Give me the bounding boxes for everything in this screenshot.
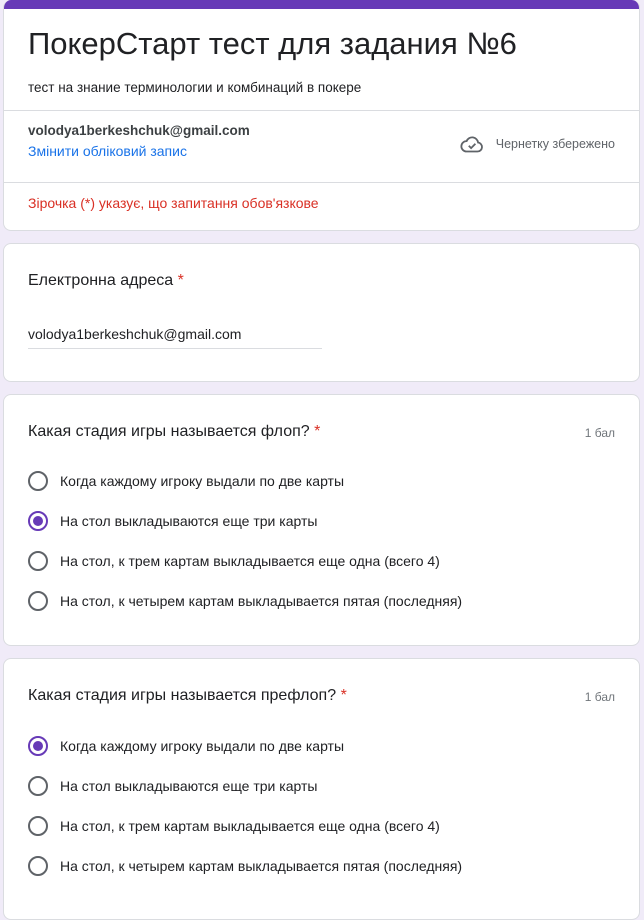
account-email: volodya1berkeshchuk@gmail.com xyxy=(28,123,250,138)
question-title: Какая стадия игры называется префлоп? * xyxy=(28,687,347,705)
question-title-text: Електронна адреса xyxy=(28,272,174,289)
radio-option[interactable]: На стол, к четырем картам выкладывается … xyxy=(28,856,462,876)
option-label: На стол, к четырем картам выкладывается … xyxy=(60,858,463,874)
radio-option[interactable]: На стол выкладываются еще три карты xyxy=(28,511,317,531)
form-title: ПокерСтарт тест для задания №6 xyxy=(28,26,517,61)
question-card: Какая стадия игры называется флоп? * 1 б… xyxy=(3,394,640,646)
draft-status-text: Чернетку збережено xyxy=(495,137,615,151)
required-star: * xyxy=(314,423,321,440)
radio-button[interactable] xyxy=(28,856,48,876)
accent-bar xyxy=(4,0,639,9)
radio-button[interactable] xyxy=(28,471,48,491)
radio-option[interactable]: На стол, к трем картам выкладывается еще… xyxy=(28,551,440,571)
points-label: 1 бал xyxy=(584,690,615,704)
cloud-check-icon xyxy=(460,135,484,153)
radio-option[interactable]: Когда каждому игроку выдали по две карты xyxy=(28,736,344,756)
option-label: На стол, к четырем картам выкладывается … xyxy=(60,593,463,609)
option-label: На стол выкладываются еще три карты xyxy=(60,513,318,529)
draft-status: Чернетку збережено xyxy=(460,135,615,153)
email-input[interactable] xyxy=(28,326,322,349)
points-label: 1 бал xyxy=(584,426,615,440)
radio-button-selected[interactable] xyxy=(28,736,48,756)
radio-option[interactable]: На стол выкладываются еще три карты xyxy=(28,776,317,796)
question-title-text: Какая стадия игры называется флоп? xyxy=(28,423,310,440)
radio-button[interactable] xyxy=(28,776,48,796)
option-label: Когда каждому игроку выдали по две карты xyxy=(60,473,345,489)
switch-account-link[interactable]: Змінити обліковий запис xyxy=(28,143,187,159)
option-label: На стол, к трем картам выкладывается еще… xyxy=(60,818,440,834)
required-star: * xyxy=(177,272,184,289)
question-title: Електронна адреса * xyxy=(28,272,184,290)
divider xyxy=(4,182,639,183)
form-header-card: ПокерСтарт тест для задания №6 тест на з… xyxy=(3,0,640,231)
form-description: тест на знание терминологии и комбинаций… xyxy=(28,80,362,95)
option-label: На стол выкладываются еще три карты xyxy=(60,778,318,794)
radio-option[interactable]: На стол, к четырем картам выкладывается … xyxy=(28,591,462,611)
radio-button[interactable] xyxy=(28,591,48,611)
question-title-text: Какая стадия игры называется префлоп? xyxy=(28,687,337,704)
email-question-card: Електронна адреса * xyxy=(3,243,640,382)
radio-button[interactable] xyxy=(28,816,48,836)
radio-button-selected[interactable] xyxy=(28,511,48,531)
radio-option[interactable]: Когда каждому игроку выдали по две карты xyxy=(28,471,344,491)
option-label: На стол, к трем картам выкладывается еще… xyxy=(60,553,440,569)
question-title: Какая стадия игры называется флоп? * xyxy=(28,423,320,441)
required-star: * xyxy=(340,687,347,704)
radio-button[interactable] xyxy=(28,551,48,571)
required-note: Зірочка (*) указує, що запитання обов'яз… xyxy=(28,195,319,211)
question-card: Какая стадия игры называется префлоп? * … xyxy=(3,658,640,920)
radio-option[interactable]: На стол, к трем картам выкладывается еще… xyxy=(28,816,440,836)
option-label: Когда каждому игроку выдали по две карты xyxy=(60,738,345,754)
divider xyxy=(4,110,639,111)
